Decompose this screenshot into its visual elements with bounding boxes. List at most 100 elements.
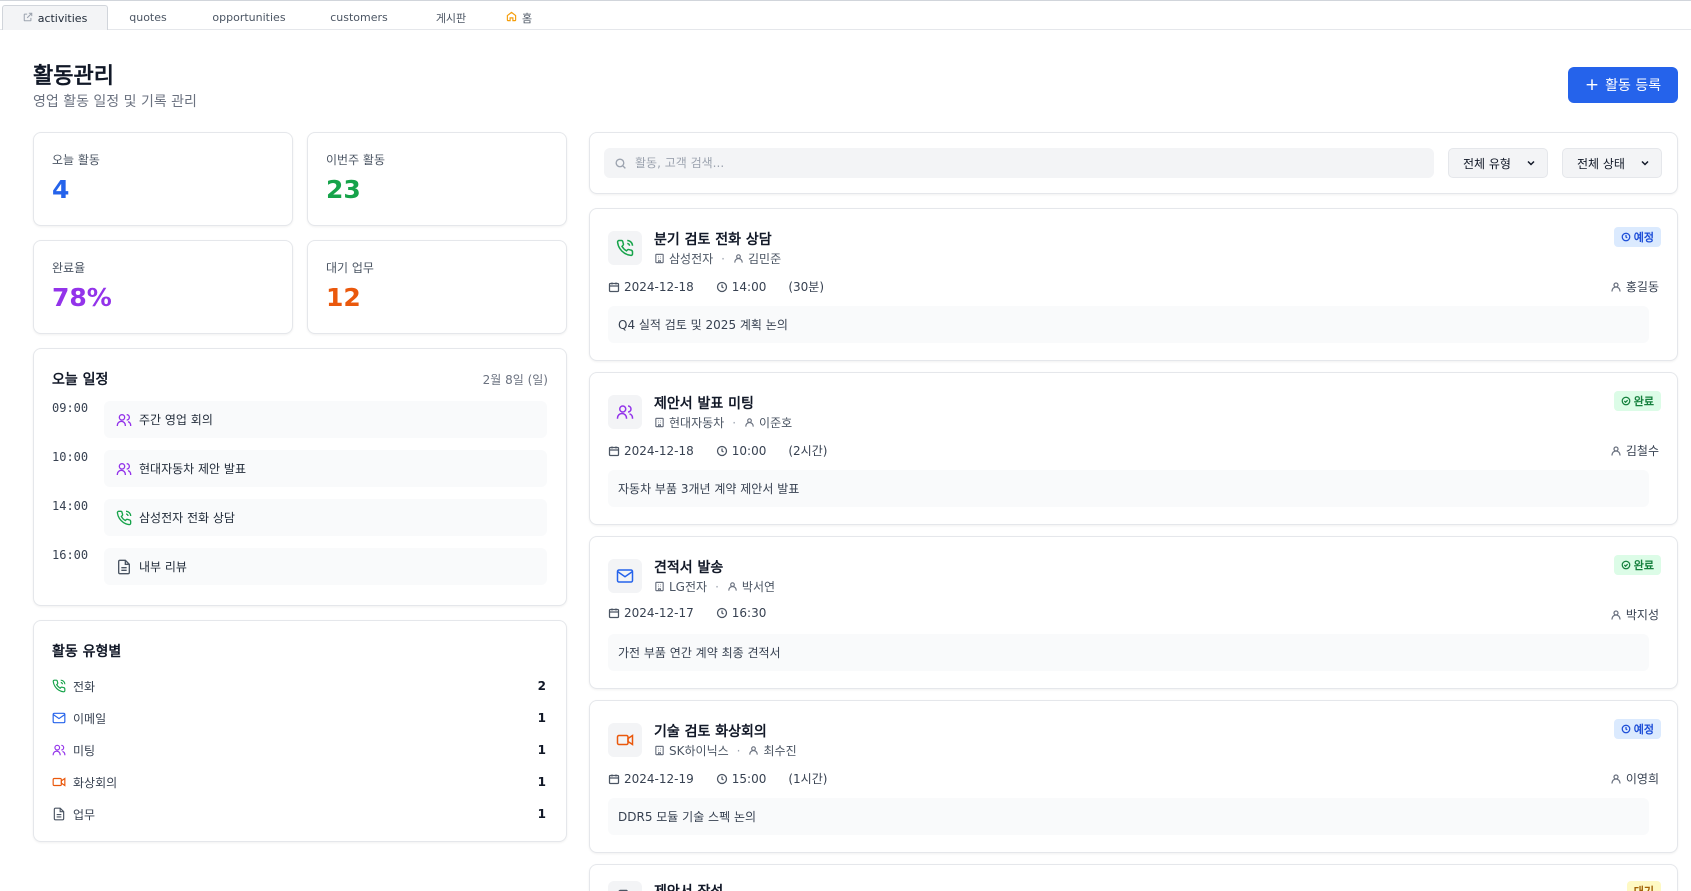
activity-title: 기술 검토 화상회의 — [654, 724, 767, 740]
activity-card[interactable]: 제안서 발표 미팅 현대자동차 · 이준호 완료 2024-12-18 10:0… — [589, 372, 1678, 525]
calendar-icon — [608, 608, 620, 619]
tab-label: opportunities — [212, 11, 286, 24]
activity-type-icon — [608, 231, 642, 265]
user-icon — [728, 582, 737, 591]
user-icon — [749, 746, 759, 755]
schedule-item[interactable]: 주간 영업 회의 — [104, 401, 547, 438]
stat-value: 12 — [326, 283, 361, 312]
activity-date: 2024-12-18 — [624, 443, 694, 458]
type-count: 1 — [537, 807, 546, 821]
activity-duration: (30분) — [788, 280, 825, 294]
status-badge: 예정 — [1613, 719, 1661, 739]
page-subtitle: 영업 활동 일정 및 기록 관리 — [33, 94, 197, 110]
activity-type-icon — [608, 723, 642, 757]
activity-time: 10:00 — [731, 443, 767, 458]
tab-opportunities[interactable]: opportunities — [198, 5, 300, 30]
status-badge: 완료 — [1613, 555, 1661, 575]
tab-label: quotes — [129, 11, 167, 24]
activity-meta: 현대자동차 · 이준호 — [654, 414, 792, 431]
type-filter-value: 전체 유형 — [1463, 156, 1511, 171]
add-activity-button[interactable]: + 활동 등록 — [1568, 67, 1678, 103]
activity-owner: 홍길동 — [1610, 278, 1659, 295]
document-icon — [53, 807, 65, 821]
activity-type-icon — [608, 881, 642, 891]
activity-card[interactable]: 제안서 작성 대기 — [589, 864, 1678, 891]
search-input[interactable] — [635, 156, 1415, 170]
building-icon — [655, 745, 664, 756]
user-icon — [734, 254, 743, 263]
stat-value: 4 — [52, 175, 70, 204]
clock-icon — [716, 281, 727, 292]
user-icon — [745, 418, 754, 427]
type-row-video: 화상회의 1 — [52, 773, 564, 791]
clock-icon — [1621, 232, 1631, 242]
activity-duration: (2시간) — [788, 444, 828, 458]
activity-note: 가전 부품 연간 계약 최종 견적서 — [608, 634, 1649, 671]
schedule-item[interactable]: 내부 리뷰 — [104, 548, 547, 585]
schedule-time: 10:00 — [52, 450, 89, 464]
phone-icon — [52, 679, 66, 693]
search-icon — [615, 157, 626, 169]
phone-icon — [116, 510, 132, 525]
activity-card[interactable]: 기술 검토 화상회의 SK하이닉스 · 최수진 예정 2024-12-19 15… — [589, 700, 1678, 853]
activity-time: 16:30 — [731, 606, 767, 620]
activity-type-icon — [608, 395, 642, 429]
status-label: 대기 — [1634, 883, 1654, 891]
tab-home[interactable]: 홈 — [496, 5, 542, 30]
user-icon — [1611, 445, 1621, 455]
type-label: 업무 — [73, 807, 96, 822]
clock-icon — [716, 445, 727, 456]
meta-separator: · — [732, 415, 737, 430]
schedule-item[interactable]: 현대자동차 제안 발표 — [104, 450, 547, 487]
type-label: 전화 — [73, 679, 96, 694]
activity-time: 15:00 — [731, 771, 767, 786]
status-label: 완료 — [1633, 395, 1654, 408]
schedule-item[interactable]: 삼성전자 전화 상담 — [104, 499, 547, 536]
phone-icon — [616, 239, 634, 257]
meta-separator: · — [736, 743, 741, 758]
stat-label: 이번주 활동 — [326, 153, 386, 167]
video-icon — [52, 777, 66, 787]
tab-board[interactable]: 게시판 — [420, 5, 482, 30]
stat-label: 오늘 활동 — [52, 153, 100, 167]
users-icon — [616, 405, 634, 419]
stat-card-today: 오늘 활동 4 — [33, 132, 293, 226]
activity-contact: 이준호 — [759, 416, 793, 430]
type-filter-select[interactable]: 전체 유형 — [1448, 148, 1548, 178]
type-count: 1 — [537, 775, 546, 789]
activity-type-icon — [608, 559, 642, 593]
activity-datetime: 2024-12-19 15:00 (1시간) — [608, 770, 827, 787]
search-box[interactable] — [604, 148, 1434, 178]
tab-activities[interactable]: activities — [2, 5, 108, 30]
tab-customers[interactable]: customers — [318, 5, 400, 30]
document-icon — [118, 559, 130, 574]
users-icon — [116, 462, 132, 475]
building-icon — [655, 417, 664, 428]
activity-card[interactable]: 견적서 발송 LG전자 · 박서연 완료 2024-12-17 16:30 박지… — [589, 536, 1678, 689]
activity-datetime: 2024-12-17 16:30 — [608, 606, 766, 620]
tab-quotes[interactable]: quotes — [108, 5, 188, 30]
activity-datetime: 2024-12-18 14:00 (30분) — [608, 278, 824, 295]
building-icon — [655, 581, 664, 592]
status-label: 예정 — [1633, 231, 1654, 244]
type-row-email: 이메일 1 — [52, 709, 564, 727]
tab-label: customers — [330, 11, 388, 24]
activity-owner: 이영희 — [1610, 770, 1659, 787]
stat-card-pending: 대기 업무 12 — [307, 240, 567, 334]
activity-card[interactable]: 분기 검토 전화 상담 삼성전자 · 김민준 예정 2024-12-18 14:… — [589, 208, 1678, 361]
type-label: 화상회의 — [73, 775, 118, 790]
filter-bar: 전체 유형 전체 상태 — [589, 132, 1678, 194]
video-icon — [616, 734, 634, 746]
building-icon — [655, 253, 664, 264]
stat-card-week: 이번주 활동 23 — [307, 132, 567, 226]
activity-owner: 박지성 — [1610, 606, 1659, 623]
activity-note: Q4 실적 검토 및 2025 계획 논의 — [608, 306, 1649, 343]
status-filter-select[interactable]: 전체 상태 — [1562, 148, 1662, 178]
status-filter-value: 전체 상태 — [1577, 156, 1625, 171]
calendar-icon — [608, 774, 620, 784]
tab-label: activities — [37, 11, 88, 25]
type-label: 이메일 — [73, 711, 107, 726]
schedule-time: 14:00 — [52, 499, 89, 513]
activity-owner-name: 이영희 — [1625, 772, 1659, 786]
activity-note: DDR5 모듈 기술 스펙 논의 — [608, 798, 1649, 835]
